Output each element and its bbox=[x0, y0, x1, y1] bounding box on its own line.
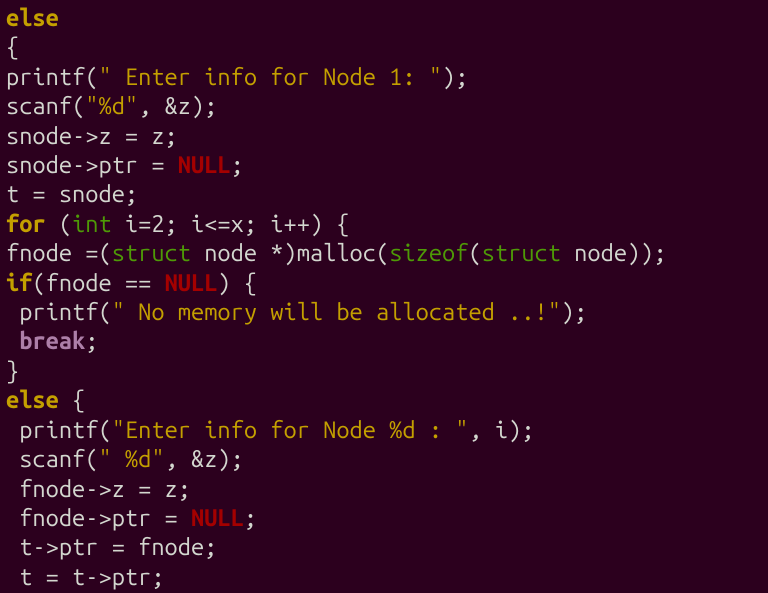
code-line: snode->ptr = bbox=[6, 152, 178, 178]
brace-open: { bbox=[6, 34, 19, 60]
keyword-for: for bbox=[6, 211, 46, 237]
fn-printf: printf bbox=[6, 299, 99, 325]
code-line: t->ptr = fnode; bbox=[6, 534, 217, 560]
code-line: snode->z = z; bbox=[6, 123, 178, 149]
type-struct: struct bbox=[482, 240, 561, 266]
fn-scanf: scanf bbox=[6, 446, 85, 472]
keyword-if: if bbox=[6, 270, 32, 296]
code-block: else { printf(" Enter info for Node 1: "… bbox=[0, 0, 768, 593]
null-constant: NULL bbox=[191, 505, 244, 531]
keyword-sizeof: sizeof bbox=[389, 240, 468, 266]
type-struct: struct bbox=[112, 240, 191, 266]
string-literal: " %d" bbox=[99, 446, 165, 472]
type-int: int bbox=[72, 211, 112, 237]
code-line: t = snode; bbox=[6, 181, 138, 207]
null-constant: NULL bbox=[178, 152, 231, 178]
keyword-else: else bbox=[6, 387, 59, 413]
keyword-else: else bbox=[6, 5, 59, 31]
fn-printf: printf bbox=[6, 64, 85, 90]
null-constant: NULL bbox=[165, 270, 218, 296]
fn-scanf: scanf bbox=[6, 93, 72, 119]
string-literal: " Enter info for Node 1: " bbox=[99, 64, 443, 90]
fn-printf: printf bbox=[6, 417, 99, 443]
brace-close: } bbox=[6, 358, 19, 384]
code-line: t = t->ptr; bbox=[6, 564, 165, 590]
string-literal: "Enter info for Node %d : " bbox=[112, 417, 469, 443]
fn-malloc: malloc bbox=[297, 240, 376, 266]
code-line: fnode->z = z; bbox=[6, 476, 191, 502]
keyword-break: break bbox=[6, 328, 85, 354]
string-literal: "%d" bbox=[85, 93, 138, 119]
string-literal: " No memory will be allocated ..!" bbox=[112, 299, 561, 325]
